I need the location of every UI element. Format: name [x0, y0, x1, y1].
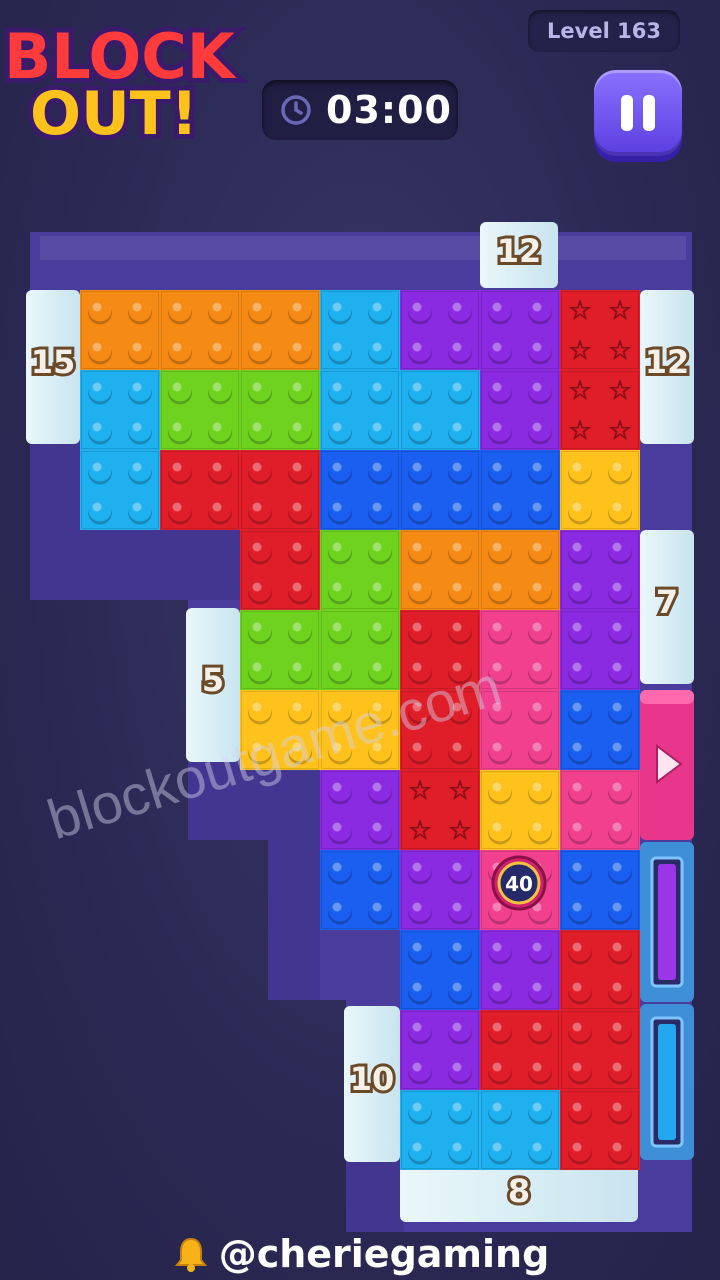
cyan-block[interactable]: [400, 1090, 560, 1170]
pink-block[interactable]: [480, 610, 560, 770]
counter-value: 40: [505, 872, 533, 896]
exit-gate-top: 12: [480, 222, 558, 288]
purple-block[interactable]: [560, 530, 640, 690]
exit-gate-left-bottom: 10: [344, 1006, 400, 1162]
arrow-gate-right[interactable]: [640, 690, 694, 840]
red-block[interactable]: [400, 610, 480, 770]
star-icon: ☆: [448, 816, 471, 846]
star-icon: ☆: [608, 296, 631, 326]
yellow-block[interactable]: [240, 690, 400, 770]
exit-top-label: 12: [497, 232, 542, 270]
red-block[interactable]: [480, 1010, 560, 1090]
green-block[interactable]: [160, 370, 320, 450]
star-icon: ☆: [608, 376, 631, 406]
credit-handle: @cheriegaming: [218, 1232, 550, 1276]
exit-gate-left: 15: [26, 290, 80, 444]
blue-block[interactable]: [320, 850, 400, 930]
blue-block[interactable]: [560, 690, 640, 770]
star-icon: ☆: [568, 376, 591, 406]
blue-block[interactable]: [400, 930, 480, 1010]
star-icon: ☆: [408, 816, 431, 846]
cyan-block[interactable]: [80, 370, 160, 530]
red-block[interactable]: [560, 930, 640, 1170]
star-icon: ☆: [408, 776, 431, 806]
purple-block[interactable]: [400, 850, 480, 930]
exit-bottom-label: 8: [508, 1172, 530, 1210]
conveyor-rail-blue: [640, 1004, 694, 1160]
exit-left-bottom-label: 10: [350, 1060, 395, 1098]
bell-icon: [174, 1237, 207, 1272]
exit-gate-right-top: 12: [640, 290, 694, 444]
exit-left-mid-label: 5: [202, 661, 224, 699]
purple-block[interactable]: [400, 1010, 480, 1090]
red-block[interactable]: ☆ ☆ ☆ ☆: [400, 770, 480, 850]
exit-gate-left-mid: 5: [186, 608, 240, 762]
counter-badge: 40: [491, 855, 547, 911]
red-block[interactable]: ☆ ☆ ☆ ☆ ☆ ☆ ☆ ☆: [560, 290, 640, 450]
orange-block[interactable]: [80, 290, 320, 370]
exit-left-label: 15: [31, 343, 76, 381]
blue-block[interactable]: [560, 850, 640, 930]
exit-gate-right-mid: 7: [640, 530, 694, 684]
exit-right-top-label: 12: [645, 343, 690, 381]
purple-block[interactable]: [480, 930, 560, 1010]
star-icon: ☆: [608, 416, 631, 446]
pink-block[interactable]: [560, 770, 640, 850]
credit: @cheriegaming: [0, 1228, 720, 1280]
orange-block[interactable]: [400, 530, 560, 610]
star-icon: ☆: [568, 296, 591, 326]
purple-block[interactable]: [320, 770, 400, 850]
blue-block[interactable]: [320, 450, 560, 530]
conveyor-rail-purple: [640, 842, 694, 1002]
exit-right-mid-label: 7: [656, 583, 678, 621]
yellow-block[interactable]: [560, 450, 640, 530]
star-icon: ☆: [448, 776, 471, 806]
star-icon: ☆: [608, 336, 631, 366]
star-icon: ☆: [568, 416, 591, 446]
yellow-block[interactable]: [480, 770, 560, 850]
game-board: 12 15 12 7 5 10 8 ☆ ☆ ☆ ☆ ☆ ☆ ☆ ☆ ☆ ☆ ☆ ☆ 40: [26, 222, 694, 1232]
star-icon: ☆: [568, 336, 591, 366]
